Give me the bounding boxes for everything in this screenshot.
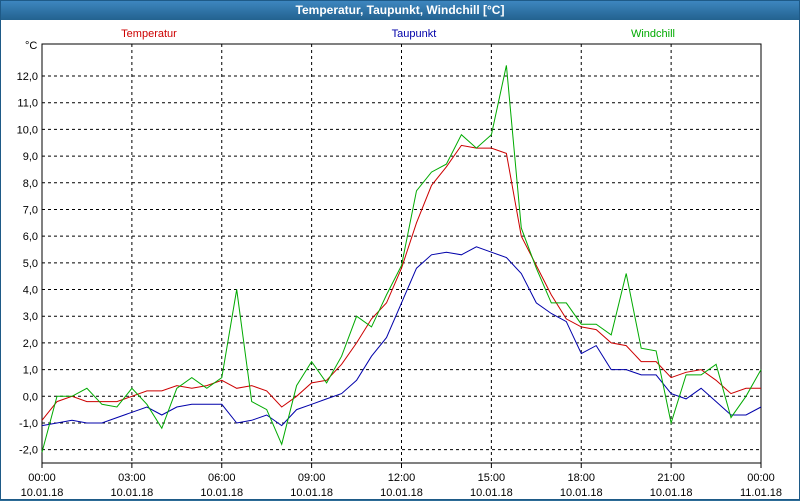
x-tick-date: 10.01.18 [470,487,513,499]
legend-temperatur: Temperatur [121,28,177,40]
y-tick-label: 7,0 [23,204,38,216]
x-tick-date: 10.01.18 [200,487,243,499]
x-tick-time: 15:00 [478,472,506,484]
x-tick-time: 21:00 [657,472,685,484]
y-tick-label: 1,0 [23,365,38,377]
y-tick-label: 11,0 [17,98,38,110]
y-tick-label: 12,0 [17,71,38,83]
line-chart: °C -2,0 -1,0 0,0 1,0 2,0 3,0 4,0 5,0 6,0 7,0 8,0 9,0… [17,28,782,499]
y-tick-label: 9,0 [23,151,38,163]
x-tick-date: 10.01.18 [21,487,64,499]
y-tick-label: 8,0 [23,178,38,190]
y-tick-label: -2,0 [19,445,38,457]
y-tick-label: 4,0 [23,285,38,297]
x-tick-time: 12:00 [388,472,416,484]
y-tick-label: 3,0 [23,311,38,323]
x-tick-date: 10.01.18 [650,487,693,499]
x-tick-date: 10.01.18 [110,487,153,499]
chart-window: Temperatur, Taupunkt, Windchill [°C] °C -… [0,0,800,500]
y-tick-label: 2,0 [23,338,38,350]
y-tick-label: 6,0 [23,231,38,243]
x-tick-date: 10.01.18 [380,487,423,499]
x-tick-time: 00:00 [747,472,775,484]
x-tick-date: 11.01.18 [740,487,782,499]
x-tick-time: 18:00 [567,472,595,484]
x-tick-time: 06:00 [208,472,236,484]
x-tick-date: 10.01.18 [560,487,603,499]
y-tick-label: 10,0 [17,124,38,136]
y-tick-label: 5,0 [23,258,38,270]
y-tick-label: 0,0 [23,391,38,403]
x-tick-time: 00:00 [28,472,56,484]
x-tick-time: 09:00 [298,472,326,484]
y-axis-unit: °C [25,40,37,52]
legend-taupunkt: Taupunkt [392,28,437,40]
legend-windchill: Windchill [631,28,675,40]
x-tick-time: 03:00 [118,472,146,484]
y-tick-label: -1,0 [19,418,38,430]
x-tick-date: 10.01.18 [290,487,333,499]
